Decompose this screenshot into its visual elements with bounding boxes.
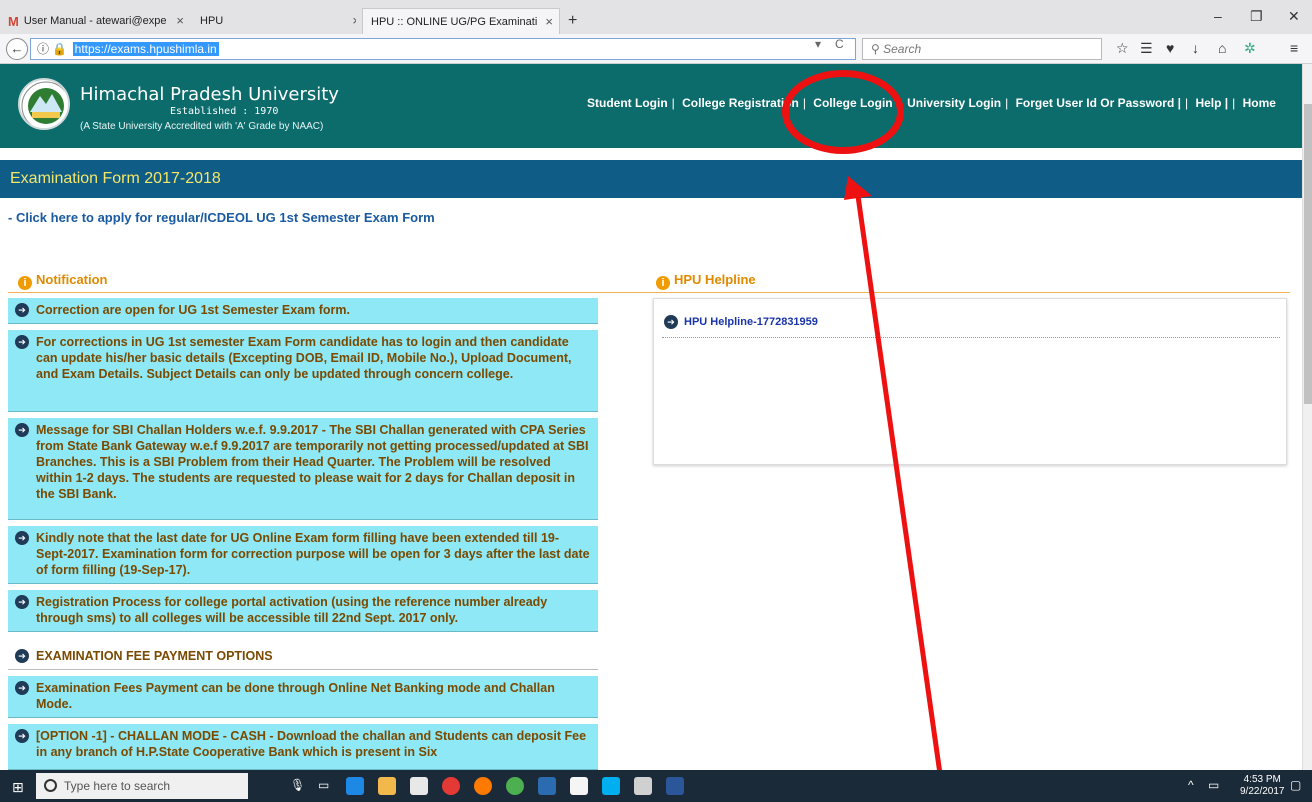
opera-icon[interactable] <box>442 777 460 795</box>
word-icon[interactable] <box>666 777 684 795</box>
network-icon[interactable]: ▭ <box>1208 778 1219 792</box>
cortana-icon <box>44 779 57 792</box>
taskbar-clock[interactable]: 4:53 PM 9/22/2017 <box>1240 774 1285 798</box>
task-view-icon[interactable]: ▭ <box>318 778 329 792</box>
calculator-icon[interactable] <box>634 777 652 795</box>
windows-start-icon[interactable]: ⊞ <box>12 779 24 796</box>
file-explorer-icon[interactable] <box>378 777 396 795</box>
microphone-icon[interactable]: 🎙 <box>290 778 305 792</box>
outlook-icon[interactable] <box>538 777 556 795</box>
firefox-icon[interactable] <box>474 777 492 795</box>
annotation-arrow <box>844 176 947 802</box>
clock-time: 4:53 PM <box>1243 774 1281 785</box>
system-tray-chevron-icon[interactable]: ^ <box>1188 778 1194 792</box>
edge-icon[interactable] <box>346 777 364 795</box>
notifications-icon[interactable]: ▢ <box>1290 778 1301 792</box>
skype-icon[interactable] <box>602 777 620 795</box>
store-icon[interactable] <box>410 777 428 795</box>
taskbar-search-input[interactable]: Type here to search <box>36 773 248 799</box>
chrome-icon[interactable] <box>506 777 524 795</box>
screen: M User Manual - atewari@expe × HPU × HPU… <box>0 0 1312 802</box>
clock-date: 9/22/2017 <box>1240 786 1285 797</box>
taskbar-search-placeholder: Type here to search <box>64 779 171 793</box>
mail-icon[interactable] <box>570 777 588 795</box>
windows-taskbar: ⊞ Type here to search 🎙 ▭ ^ ▭ 4:53 PM 9/… <box>0 770 1312 802</box>
